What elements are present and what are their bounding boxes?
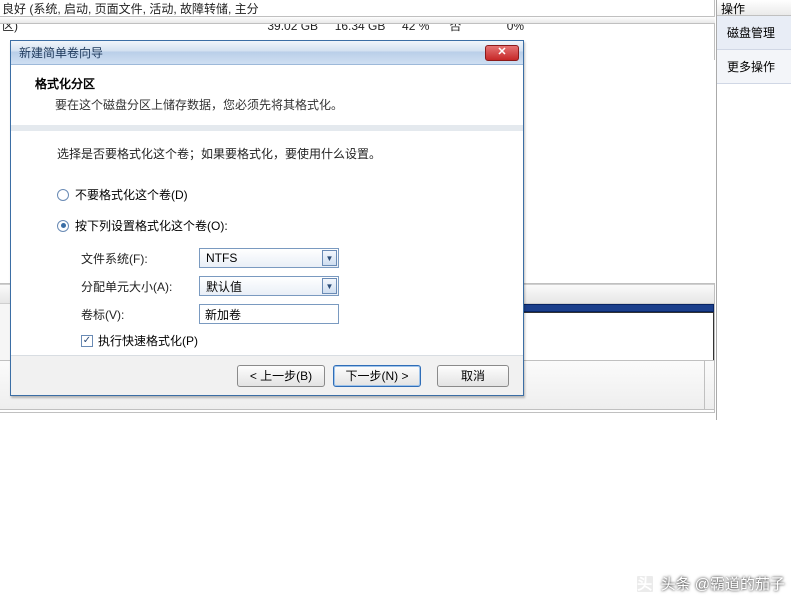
wizard-titlebar[interactable]: 新建简单卷向导 ✕: [11, 41, 523, 65]
cancel-button[interactable]: 取消: [437, 365, 509, 387]
wizard-subheading: 要在这个磁盘分区上储存数据，您必须先将其格式化。: [55, 96, 509, 113]
chevron-down-icon: ▼: [322, 278, 337, 294]
quick-format-row[interactable]: 执行快速格式化(P): [81, 332, 499, 349]
close-button[interactable]: ✕: [485, 45, 519, 61]
scroll-edge[interactable]: [704, 361, 714, 409]
allocation-unit-combo[interactable]: 默认值 ▼: [199, 276, 339, 296]
wizard-footer: < 上一步(B) 下一步(N) > 取消: [11, 355, 523, 395]
filesystem-value: NTFS: [206, 251, 322, 265]
format-options: 文件系统(F): NTFS ▼ 分配单元大小(A): 默认值 ▼ 卷标(V):: [81, 248, 499, 324]
wizard-body: 选择是否要格式化这个卷；如果要格式化，要使用什么设置。 不要格式化这个卷(D) …: [11, 131, 523, 372]
wizard-intro: 选择是否要格式化这个卷；如果要格式化，要使用什么设置。: [57, 145, 499, 162]
actions-item-more[interactable]: 更多操作: [717, 50, 791, 84]
volume-label-input[interactable]: [199, 304, 339, 324]
allocation-unit-label: 分配单元大小(A):: [81, 278, 199, 295]
radio-format-row[interactable]: 按下列设置格式化这个卷(O):: [57, 217, 499, 234]
wizard-header: 格式化分区 要在这个磁盘分区上储存数据，您必须先将其格式化。: [11, 65, 523, 131]
quick-format-checkbox[interactable]: [81, 335, 93, 347]
chevron-down-icon: ▼: [322, 250, 337, 266]
radio-no-format-label: 不要格式化这个卷(D): [75, 186, 188, 203]
radio-no-format-row[interactable]: 不要格式化这个卷(D): [57, 186, 499, 203]
close-icon: ✕: [497, 47, 506, 58]
wizard-heading: 格式化分区: [35, 75, 509, 92]
quick-format-label: 执行快速格式化(P): [98, 332, 198, 349]
back-button[interactable]: < 上一步(B): [237, 365, 325, 387]
actions-item-disk-management[interactable]: 磁盘管理: [717, 16, 791, 50]
next-button[interactable]: 下一步(N) >: [333, 365, 421, 387]
filesystem-combo[interactable]: NTFS ▼: [199, 248, 339, 268]
volume-label-label: 卷标(V):: [81, 306, 199, 323]
radio-no-format[interactable]: [57, 189, 69, 201]
allocation-unit-value: 默认值: [206, 278, 322, 295]
radio-format[interactable]: [57, 220, 69, 232]
wizard-title: 新建简单卷向导: [19, 44, 485, 61]
watermark-text: 头条 @霸道的茄子: [661, 573, 785, 594]
actions-header: 操作: [717, 0, 791, 16]
toutiao-logo-icon: 头: [635, 574, 655, 594]
actions-panel: 操作 磁盘管理 更多操作: [716, 0, 791, 420]
volume-row: 良好 (系统, 启动, 页面文件, 活动, 故障转储, 主分区) 39.02 G…: [0, 0, 715, 16]
radio-format-label: 按下列设置格式化这个卷(O):: [75, 217, 228, 234]
new-simple-volume-wizard: 新建简单卷向导 ✕ 格式化分区 要在这个磁盘分区上储存数据，您必须先将其格式化。…: [10, 40, 524, 396]
watermark: 头 头条 @霸道的茄子: [635, 573, 785, 594]
volume-table-border: [0, 16, 715, 24]
filesystem-label: 文件系统(F):: [81, 250, 199, 267]
